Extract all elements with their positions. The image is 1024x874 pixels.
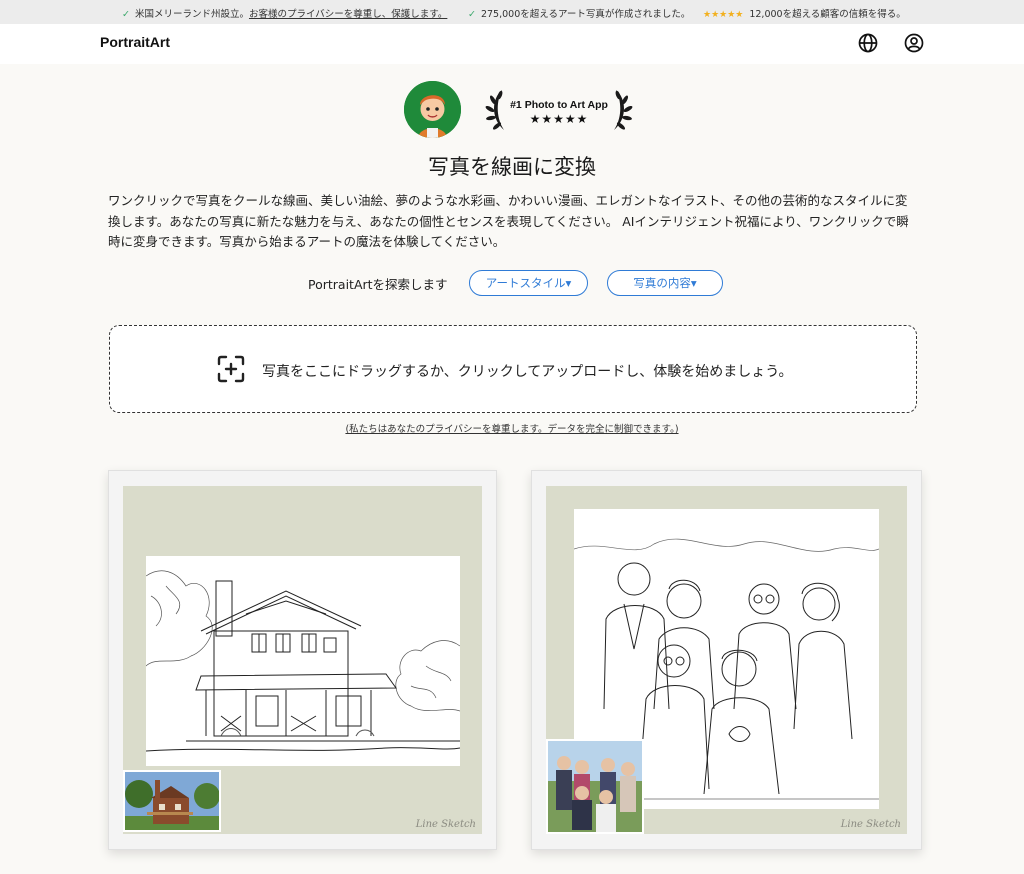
- art-style-dropdown[interactable]: アートスタイル▾: [469, 270, 588, 296]
- award-title: #1 Photo to Art App: [510, 99, 608, 111]
- style-label: Line Sketch: [840, 819, 901, 830]
- rating-stars: ★★★★★: [703, 10, 744, 20]
- house-original-photo: [123, 770, 221, 832]
- announcement-founded-text: 米国メリーランド州設立。: [134, 9, 249, 20]
- announcement-founded: ✓ 米国メリーランド州設立。お客様のプライバシーを尊重し、保護します。: [122, 6, 447, 20]
- award-badge: #1 Photo to Art App ★★★★★: [484, 84, 634, 136]
- page-title: 写真を線画に変換: [428, 155, 596, 179]
- privacy-note-link[interactable]: (私たちはあなたのプライバシーを尊重します。データを完全に制御できます。): [345, 424, 678, 435]
- frame-mat: Line Sketch: [123, 486, 482, 834]
- check-icon: ✓: [122, 9, 130, 20]
- privacy-link[interactable]: お客様のプライバシーを尊重し、保護します。: [249, 9, 447, 20]
- announcement-bar: ✓ 米国メリーランド州設立。お客様のプライバシーを尊重し、保護します。 ✓ 275,…: [0, 0, 1024, 24]
- check-icon: ✓: [468, 9, 476, 20]
- globe-icon[interactable]: [857, 32, 879, 54]
- gallery-card-house[interactable]: Line Sketch: [108, 470, 497, 850]
- add-image-icon: [216, 354, 246, 384]
- site-header: PortraitArt: [0, 24, 1024, 64]
- photo-content-dropdown[interactable]: 写真の内容▾: [607, 270, 723, 296]
- user-circle-icon[interactable]: [903, 32, 925, 54]
- award-stars: ★★★★★: [529, 112, 589, 126]
- family-original-photo: [546, 739, 644, 834]
- announcement-photos-text: 275,000を超えるアート写真が作成されました。: [480, 9, 691, 20]
- explore-label: PortraitArtを探索します: [308, 277, 448, 292]
- upload-instructions: 写真をここにドラッグするか、クリックしてアップロードし、体験を始めましょう。: [262, 364, 793, 380]
- style-label: Line Sketch: [415, 819, 476, 830]
- upload-dropzone[interactable]: 写真をここにドラッグするか、クリックしてアップロードし、体験を始めましょう。: [109, 325, 917, 413]
- announcement-photos-created: ✓ 275,000を超えるアート写真が作成されました。: [468, 6, 690, 20]
- logo[interactable]: PortraitArt: [100, 34, 170, 50]
- house-line-sketch: [146, 556, 460, 766]
- announcement-customers: ★★★★★ 12,000を超える顧客の信頼を得る。: [703, 6, 906, 20]
- page-description: ワンクリックで写真をクールな線画、美しい油絵、夢のような水彩画、かわいい漫画、エ…: [108, 193, 909, 249]
- privacy-note: (私たちはあなたのプライバシーを尊重します。データを完全に制御できます。): [0, 421, 1024, 435]
- announcement-customers-text: 12,000を超える顧客の信頼を得る。: [749, 9, 906, 20]
- cartoon-avatar: [404, 81, 461, 138]
- gallery-card-family[interactable]: Line Sketch: [531, 470, 922, 850]
- frame-mat: Line Sketch: [546, 486, 907, 834]
